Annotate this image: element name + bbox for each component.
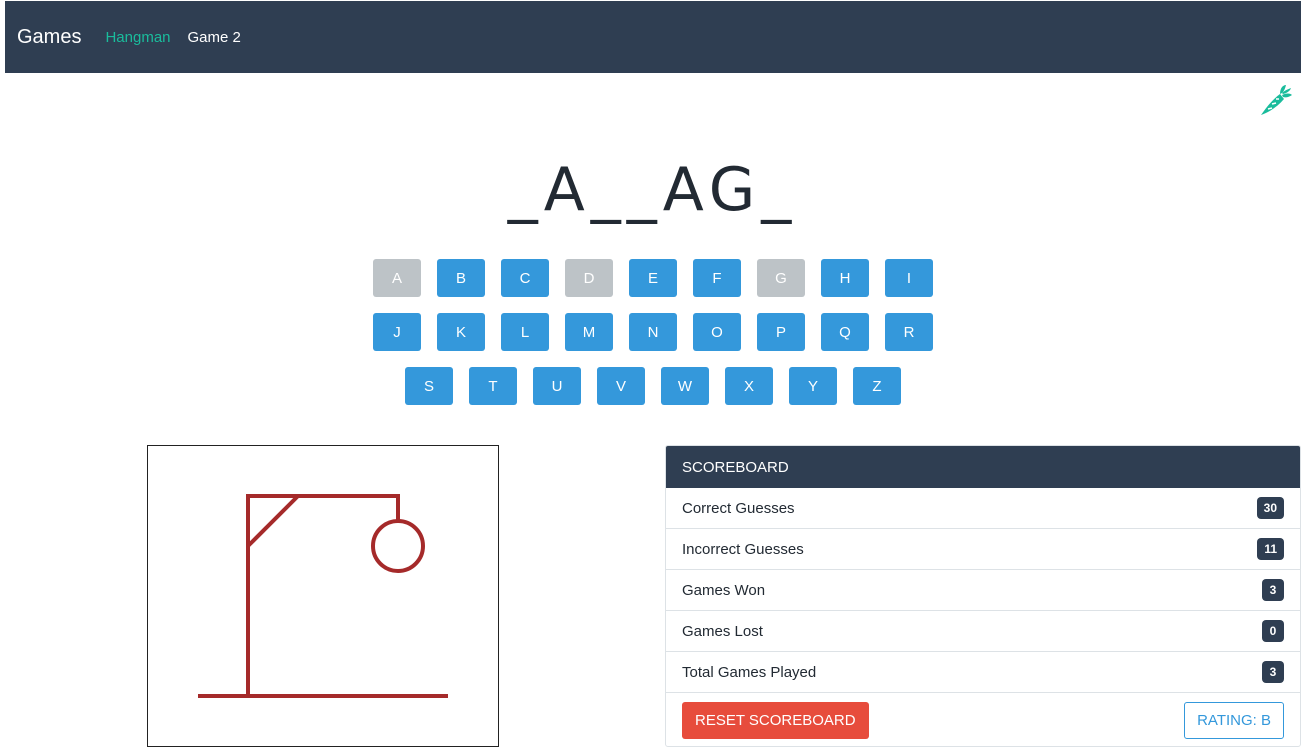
- score-row-total-games-played: Total Games Played 3: [666, 652, 1300, 693]
- score-badge: 3: [1262, 661, 1284, 683]
- letter-key-j[interactable]: J: [373, 313, 421, 351]
- gallows-brace: [246, 494, 300, 548]
- score-badge: 30: [1256, 497, 1284, 519]
- letter-key-r[interactable]: R: [885, 313, 933, 351]
- letter-key-x[interactable]: X: [725, 367, 773, 405]
- letter-key-u[interactable]: U: [533, 367, 581, 405]
- score-label: Games Lost: [682, 622, 763, 640]
- letter-key-y[interactable]: Y: [789, 367, 837, 405]
- score-badge: 0: [1262, 620, 1284, 642]
- letter-key-q[interactable]: Q: [821, 313, 869, 351]
- letter-key-c[interactable]: C: [501, 259, 549, 297]
- reset-scoreboard-button[interactable]: RESET SCOREBOARD: [682, 702, 869, 739]
- letter-key-p[interactable]: P: [757, 313, 805, 351]
- hangman-drawing: [147, 445, 499, 747]
- letter-key-e[interactable]: E: [629, 259, 677, 297]
- scoreboard-title: SCOREBOARD: [666, 446, 1300, 488]
- score-badge: 3: [1262, 579, 1284, 601]
- score-label: Total Games Played: [682, 663, 817, 681]
- top-navbar: Games Hangman Game 2: [5, 1, 1301, 73]
- letter-key-k[interactable]: K: [437, 313, 485, 351]
- gallows-svg: [198, 494, 448, 698]
- brand-title[interactable]: Games: [17, 26, 81, 49]
- letter-key-w[interactable]: W: [661, 367, 709, 405]
- score-label: Games Won: [682, 581, 766, 599]
- letter-key-f[interactable]: F: [693, 259, 741, 297]
- hangman-head: [371, 519, 425, 573]
- letter-key-g[interactable]: G: [757, 259, 805, 297]
- keyboard-row-2: JKLMNOPQR: [373, 313, 949, 351]
- score-label: Correct Guesses: [682, 499, 795, 517]
- score-label: Incorrect Guesses: [682, 540, 804, 558]
- letter-key-t[interactable]: T: [469, 367, 517, 405]
- letter-key-d[interactable]: D: [565, 259, 613, 297]
- letter-key-m[interactable]: M: [565, 313, 613, 351]
- letter-key-i[interactable]: I: [885, 259, 933, 297]
- score-badge: 11: [1257, 538, 1284, 560]
- score-row-games-won: Games Won 3: [666, 570, 1300, 611]
- score-row-games-lost: Games Lost 0: [666, 611, 1300, 652]
- letter-key-s[interactable]: S: [405, 367, 453, 405]
- letter-key-z[interactable]: Z: [853, 367, 901, 405]
- nav-link-hangman[interactable]: Hangman: [105, 29, 170, 46]
- letter-key-a[interactable]: A: [373, 259, 421, 297]
- scoreboard-footer: RESET SCOREBOARD RATING: B: [666, 693, 1300, 746]
- keyboard-row-3: STUVWXYZ: [405, 367, 917, 405]
- letter-key-l[interactable]: L: [501, 313, 549, 351]
- letter-key-o[interactable]: O: [693, 313, 741, 351]
- puzzle-word: _A__AG_: [507, 155, 798, 225]
- keyboard-row-1: ABCDEFGHI: [373, 259, 949, 297]
- score-row-correct-guesses: Correct Guesses 30: [666, 488, 1300, 529]
- score-row-incorrect-guesses: Incorrect Guesses 11: [666, 529, 1300, 570]
- carrot-icon: [1261, 85, 1292, 115]
- scoreboard-panel: SCOREBOARD Correct Guesses 30 Incorrect …: [665, 445, 1301, 747]
- letter-key-n[interactable]: N: [629, 313, 677, 351]
- nav-link-game-2[interactable]: Game 2: [188, 29, 241, 46]
- letter-key-v[interactable]: V: [597, 367, 645, 405]
- letter-key-b[interactable]: B: [437, 259, 485, 297]
- letter-key-h[interactable]: H: [821, 259, 869, 297]
- rating-button[interactable]: RATING: B: [1184, 702, 1284, 739]
